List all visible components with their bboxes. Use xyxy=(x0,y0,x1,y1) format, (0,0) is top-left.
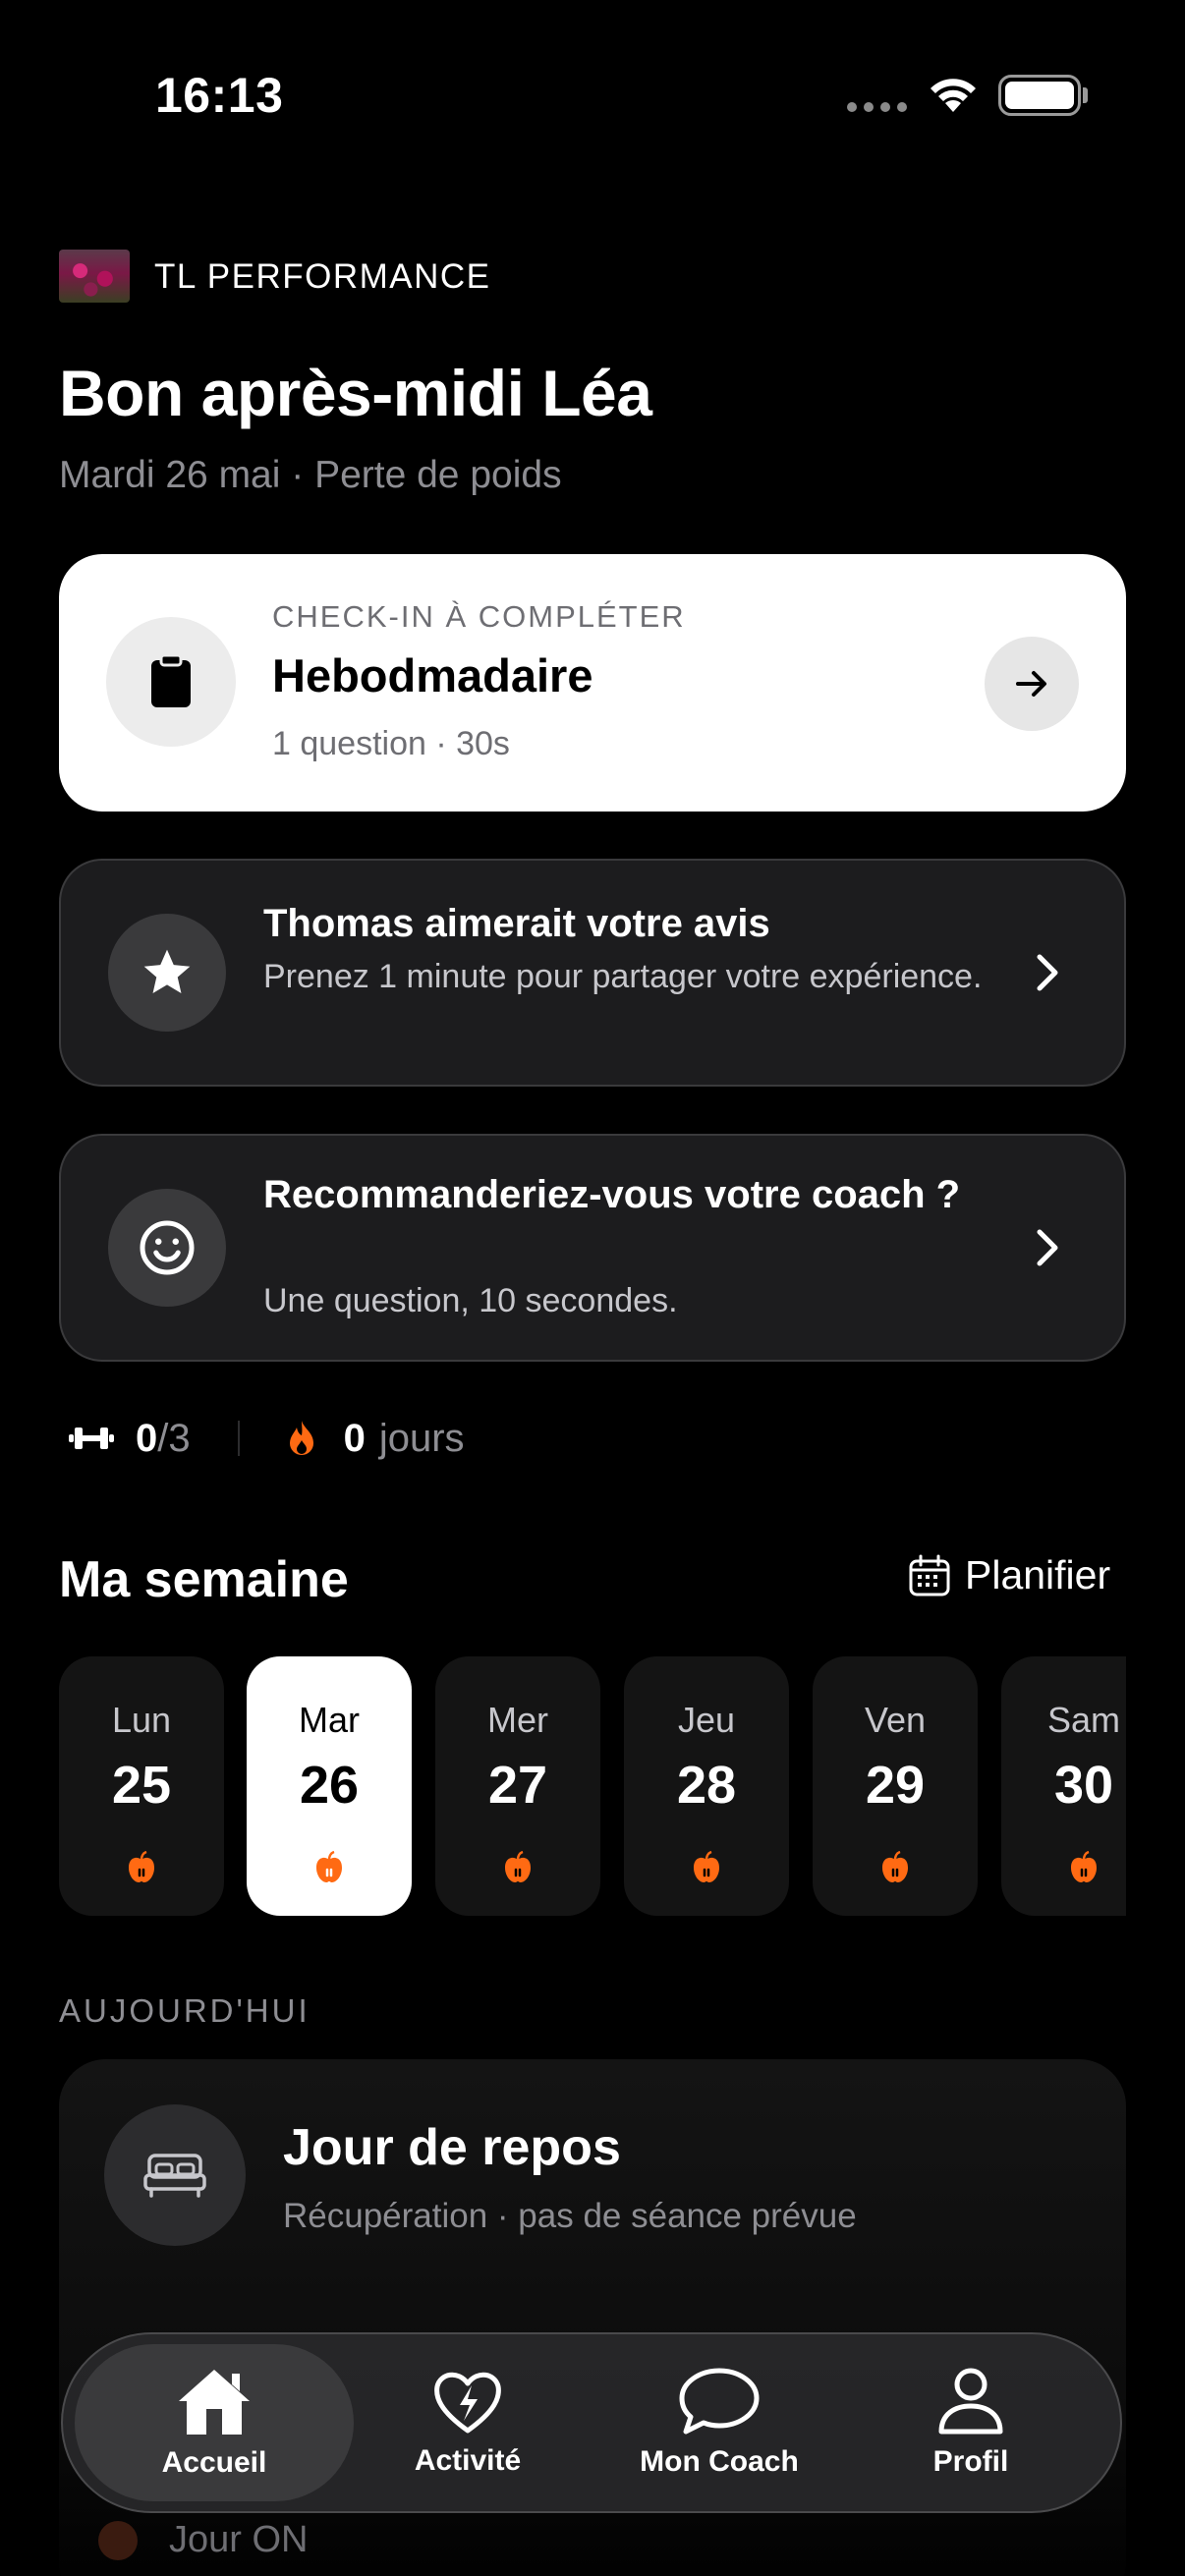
feedback-card-review[interactable]: Thomas aimerait votre avis Prenez 1 minu… xyxy=(59,859,1126,1087)
apple-icon xyxy=(247,1851,412,1884)
divider xyxy=(237,1421,240,1456)
peek-row: Jour ON xyxy=(98,2519,308,2561)
signal-dots-icon xyxy=(847,102,907,112)
dumbbell-icon xyxy=(69,1428,114,1449)
day-card-thu[interactable]: Jeu 28 xyxy=(624,1656,789,1916)
tab-coach[interactable]: Mon Coach xyxy=(580,2344,859,2501)
battery-icon xyxy=(998,75,1081,116)
brand-logo xyxy=(59,250,130,303)
home-icon xyxy=(179,2370,250,2435)
day-name: Jeu xyxy=(677,1700,736,1740)
streak-unit: jours xyxy=(378,1416,465,1460)
workouts-done: 0 xyxy=(136,1416,158,1460)
star-icon xyxy=(108,914,226,1032)
bed-icon xyxy=(104,2104,246,2246)
arrow-right-icon[interactable] xyxy=(985,637,1079,731)
brand-name: TL PERFORMANCE xyxy=(154,257,491,296)
day-number: 26 xyxy=(299,1756,360,1815)
peek-label: Jour ON xyxy=(169,2519,309,2560)
day-number: 27 xyxy=(487,1756,548,1815)
rest-title: Jour de repos xyxy=(283,2119,621,2176)
apple-icon xyxy=(435,1851,600,1884)
feedback-title: Recommanderiez-vous votre coach ? xyxy=(263,1173,961,1216)
feedback-description: Une question, 10 secondes. xyxy=(263,1282,678,1319)
day-number: 25 xyxy=(111,1756,172,1815)
page-title: Bon après-midi Léa xyxy=(59,357,652,429)
battery-tip xyxy=(1083,87,1088,103)
apple-icon xyxy=(59,1851,224,1884)
day-number: 30 xyxy=(1053,1756,1114,1815)
checkin-overline: CHECK-IN À COMPLÉTER xyxy=(272,599,686,634)
day-name: Mer xyxy=(487,1700,548,1740)
calendar-icon xyxy=(909,1554,950,1596)
feedback-card-recommend[interactable]: Recommanderiez-vous votre coach ? Une qu… xyxy=(59,1134,1126,1362)
plan-button[interactable]: Planifier xyxy=(908,1552,1110,1598)
clipboard-icon xyxy=(106,617,236,747)
day-card-mon[interactable]: Lun 25 xyxy=(59,1656,224,1916)
week-strip: Lun 25 Mar 26 Mer 27 Jeu 28 Ven 29 Sam 3… xyxy=(59,1656,1126,1916)
day-name: Ven xyxy=(864,1700,927,1740)
stats-row: 0 /3 0 jours xyxy=(69,1415,465,1462)
page-subtitle: Mardi 26 mai · Perte de poids xyxy=(59,454,562,496)
smile-icon xyxy=(108,1189,226,1307)
checkin-title: Hebodmadaire xyxy=(272,649,593,701)
checkin-meta: 1 question · 30s xyxy=(272,725,510,762)
tab-home[interactable]: Accueil xyxy=(75,2344,354,2501)
tab-activity[interactable]: Activité xyxy=(328,2344,607,2501)
day-name: Lun xyxy=(111,1700,172,1740)
week-title: Ma semaine xyxy=(59,1551,349,1608)
tab-profile[interactable]: Profil xyxy=(831,2344,1110,2501)
feedback-description: Prenez 1 minute pour partager votre expé… xyxy=(263,958,983,995)
apple-icon xyxy=(1001,1851,1126,1884)
tab-label: Activité xyxy=(414,2444,522,2477)
apple-icon xyxy=(98,2520,138,2560)
feedback-title: Thomas aimerait votre avis xyxy=(263,902,770,945)
day-card-sat[interactable]: Sam 30 xyxy=(1001,1656,1126,1916)
flame-icon xyxy=(289,1421,313,1455)
tab-bar: Accueil Activité Mon Coach Profil xyxy=(61,2332,1122,2513)
today-section-label: AUJOURD'HUI xyxy=(59,1992,310,2029)
checkin-card[interactable]: CHECK-IN À COMPLÉTER Hebodmadaire 1 ques… xyxy=(59,554,1126,812)
person-icon xyxy=(938,2368,1003,2435)
apple-icon xyxy=(624,1851,789,1884)
status-time: 16:13 xyxy=(155,68,284,123)
tab-label: Accueil xyxy=(161,2446,267,2479)
heart-bolt-icon xyxy=(434,2372,501,2434)
workouts-total: /3 xyxy=(157,1416,191,1460)
day-number: 29 xyxy=(865,1756,926,1815)
chat-bubble-icon xyxy=(679,2368,760,2435)
apple-icon xyxy=(813,1851,978,1884)
streak-value: 0 xyxy=(343,1416,366,1460)
tab-label: Profil xyxy=(932,2445,1009,2478)
plan-button-label: Planifier xyxy=(965,1552,1111,1597)
day-number: 28 xyxy=(676,1756,737,1815)
day-name: Mar xyxy=(299,1700,360,1740)
chevron-right-icon xyxy=(1037,954,1058,991)
day-name: Sam xyxy=(1046,1700,1121,1740)
rest-description: Récupération · pas de séance prévue xyxy=(283,2197,857,2235)
chevron-right-icon xyxy=(1037,1229,1058,1266)
wifi-icon xyxy=(931,79,976,112)
tab-label: Mon Coach xyxy=(640,2445,799,2478)
day-card-wed[interactable]: Mer 27 xyxy=(435,1656,600,1916)
day-card-fri[interactable]: Ven 29 xyxy=(813,1656,978,1916)
day-card-tue[interactable]: Mar 26 xyxy=(247,1656,412,1916)
